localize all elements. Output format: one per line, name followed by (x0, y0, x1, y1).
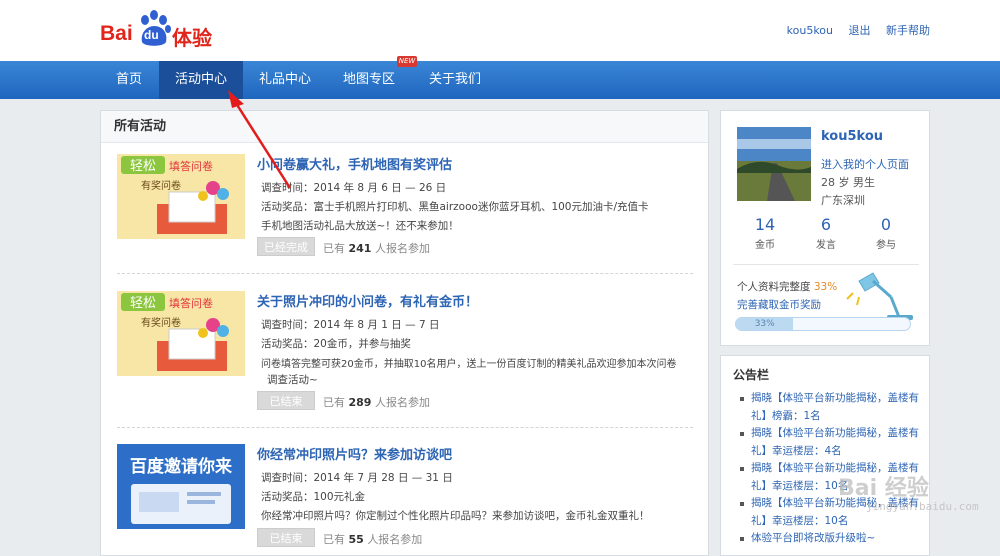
new-badge: NEW (397, 56, 417, 67)
completeness-progress-bar: 33% (735, 317, 911, 331)
profile-username[interactable]: kou5kou (821, 129, 883, 144)
profile-location: 广东深圳 (821, 194, 865, 207)
svg-text:填答问卷: 填答问卷 (169, 159, 213, 173)
activity-title-link[interactable]: 关于照片冲印的小问卷，有礼有金币！ (257, 291, 478, 310)
activity-participants: 已有 289 人报名参加 (323, 396, 430, 409)
interview-banner: 百度邀请你来 (117, 444, 245, 529)
watermark: Bai 经验 (838, 476, 929, 501)
activity-detail: 手机地图活动礼品大放送~！还不来参加！ (261, 220, 459, 232)
svg-text:轻松: 轻松 (130, 159, 156, 174)
svg-text:有奖问卷: 有奖问卷 (141, 316, 181, 329)
help-link[interactable]: 新手帮助 (886, 24, 930, 37)
nav-activity-center[interactable]: 活动中心 (159, 61, 243, 99)
activities-panel: 所有活动 轻松 填答问卷 有奖问卷 小问卷赢大礼，手机地图有奖评估 调查时间：2… (100, 110, 709, 556)
nav-gift-center[interactable]: 礼品中心 (243, 61, 327, 99)
nav-home[interactable]: 首页 (100, 61, 158, 99)
notice-title: 公告栏 (733, 368, 770, 382)
watermark-url: jingyan.baidu.com (866, 500, 979, 513)
activity-separator (117, 273, 693, 274)
notice-item[interactable]: 揭晓【体验平台新功能揭秘，盖楼有礼】榜霸：1名 (733, 390, 919, 425)
progress-fill: 33% (736, 318, 794, 330)
activity-status-button[interactable]: 已结束 (257, 391, 315, 410)
activity-participants: 已有 241 人报名参加 (323, 242, 430, 255)
activity-detail: 问卷填答完整可获20金币，并抽取10名用户，送上一份百度订制的精美礼品欢迎参加本… (261, 359, 677, 370)
activity-detail: 调查时间：2014 年 8 月 6 日 — 26 日 (261, 182, 447, 194)
main-nav: 首页 活动中心 礼品中心 地图专区 关于我们 (0, 61, 1000, 99)
notice-board: 公告栏 揭晓【体验平台新功能揭秘，盖楼有礼】榜霸：1名 揭晓【体验平台新功能揭秘… (720, 355, 930, 556)
notice-item[interactable]: 体验平台即将改版升级啦~ (733, 530, 919, 548)
activity-item: 轻松 填答问卷 有奖问卷 小问卷赢大礼，手机地图有奖评估 调查时间：2014 年… (117, 154, 693, 259)
stat-coins[interactable]: 14 金币 (735, 215, 795, 251)
questionnaire-banner: 轻松 填答问卷 有奖问卷 (117, 291, 245, 376)
activity-detail: 你经常冲印照片吗？你定制过个性化照片印品吗？来参加访谈吧，金币礼金双重礼！ (261, 510, 650, 522)
activity-detail: 调查活动~ (267, 374, 318, 386)
activity-banner-image[interactable]: 轻松 填答问卷 有奖问卷 (117, 291, 245, 376)
activity-detail: 活动奖品：100元礼金 (261, 491, 366, 503)
profile-completeness: 个人资料完整度 33% (737, 281, 838, 293)
svg-text:填答问卷: 填答问卷 (169, 296, 213, 310)
activity-detail: 调查时间：2014 年 7 月 28 日 — 31 日 (261, 472, 453, 484)
svg-text:轻松: 轻松 (130, 296, 156, 311)
panel-title: 所有活动 (101, 111, 708, 143)
profile-page-link[interactable]: 进入我的个人页面 (821, 156, 909, 172)
logo-bai-text: Bai (100, 22, 133, 45)
profile-divider (733, 264, 919, 265)
desk-lamp-icon (846, 272, 913, 320)
logo-tiyan-text: 体验 (172, 26, 212, 50)
username-link[interactable]: kou5kou (787, 24, 833, 37)
logout-link[interactable]: 退出 (849, 24, 871, 37)
activity-status-button[interactable]: 已结束 (257, 528, 315, 547)
top-header: Bai du 体验 kou5kou 退出 新手帮助 (0, 0, 1000, 61)
activity-title-link[interactable]: 小问卷赢大礼，手机地图有奖评估 (257, 154, 452, 173)
notice-item[interactable]: 揭晓【体验平台新功能揭秘，盖楼有礼】幸运楼层：4名 (733, 425, 919, 460)
activity-item: 百度邀请你来 你经常冲印照片吗？来参加访谈吧 调查时间：2014 年 7 月 2… (117, 444, 693, 554)
activity-title-link[interactable]: 你经常冲印照片吗？来参加访谈吧 (257, 444, 452, 463)
svg-text:有奖问卷: 有奖问卷 (141, 179, 181, 192)
stat-posts[interactable]: 6 发言 (796, 215, 856, 251)
baidu-tiyan-logo[interactable]: Bai du 体验 (100, 10, 220, 50)
activity-banner-image[interactable]: 轻松 填答问卷 有奖问卷 (117, 154, 245, 239)
activity-item: 轻松 填答问卷 有奖问卷 关于照片冲印的小问卷，有礼有金币！ 调查时间：2014… (117, 291, 693, 411)
notice-list: 揭晓【体验平台新功能揭秘，盖楼有礼】榜霸：1名 揭晓【体验平台新功能揭秘，盖楼有… (733, 390, 919, 548)
activity-detail: 活动奖品：20金币，并参与抽奖 (261, 338, 411, 350)
activity-status-button[interactable]: 已经完成 (257, 237, 315, 256)
activity-banner-image[interactable]: 百度邀请你来 (117, 444, 245, 529)
activity-separator (117, 427, 693, 428)
avatar[interactable] (737, 127, 811, 201)
profile-age-gender: 28 岁 男生 (821, 176, 875, 189)
stat-participation[interactable]: 0 参与 (856, 215, 916, 251)
nav-about-us[interactable]: 关于我们 (411, 61, 499, 99)
questionnaire-banner: 轻松 填答问卷 有奖问卷 (117, 154, 245, 239)
profile-card: kou5kou 进入我的个人页面 28 岁 男生 广东深圳 14 金币 6 发言… (720, 110, 930, 346)
user-links: kou5kou 退出 新手帮助 (775, 22, 930, 38)
activity-detail: 调查时间：2014 年 8 月 1 日 — 7 日 (261, 319, 440, 331)
complete-profile-link[interactable]: 完善藏取金币奖励 (737, 297, 821, 312)
activity-detail: 活动奖品：富士手机照片打印机、黑鱼airzooo迷你蓝牙耳机、100元加油卡/充… (261, 201, 649, 213)
avatar-road-image (737, 127, 811, 201)
logo-du-text: du (144, 28, 159, 42)
svg-text:百度邀请你来: 百度邀请你来 (130, 456, 233, 477)
activity-participants: 已有 55 人报名参加 (323, 533, 423, 546)
